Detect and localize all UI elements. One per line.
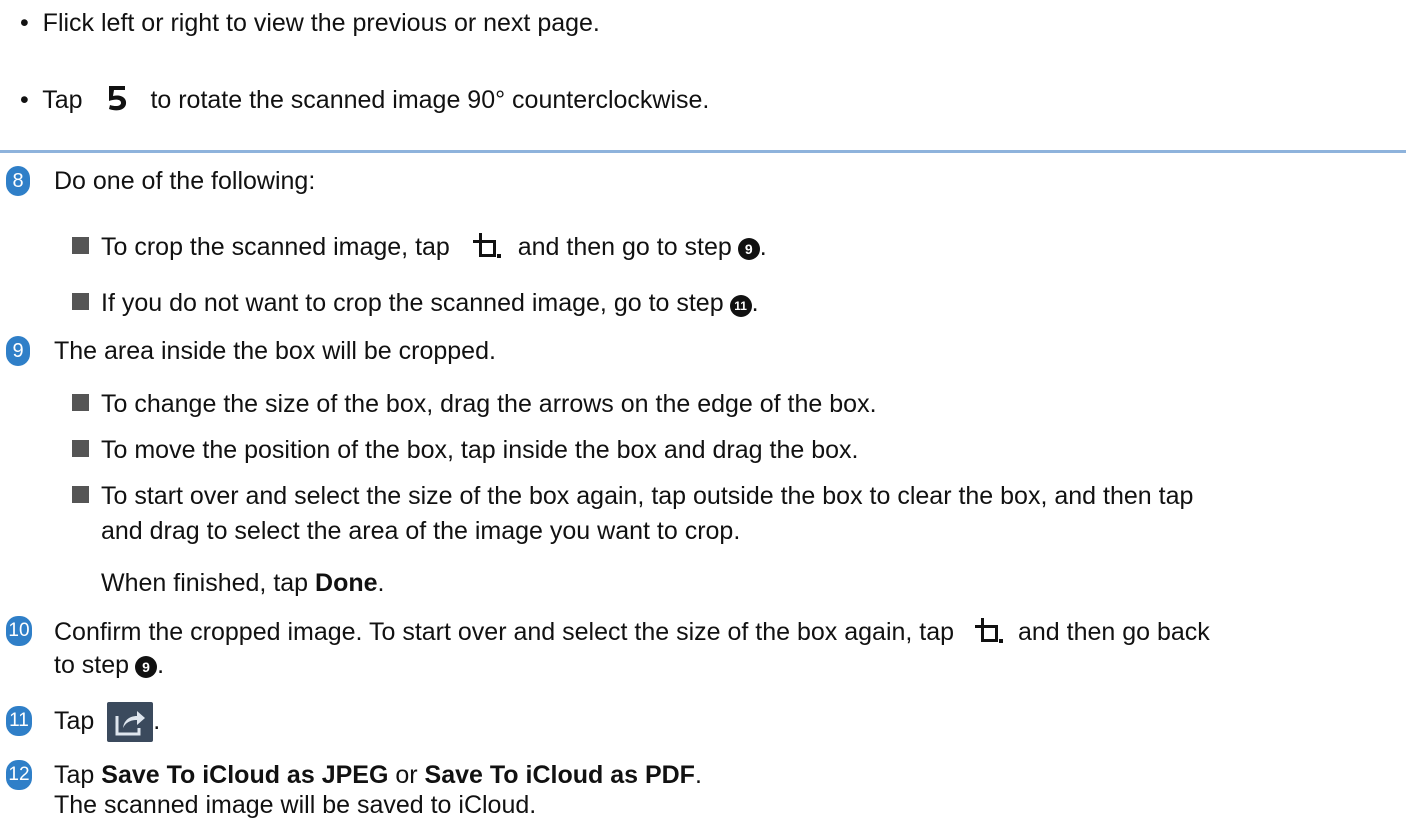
save-jpeg-label: Save To iCloud as JPEG [101, 761, 389, 789]
save-pdf-label: Save To iCloud as PDF [424, 761, 695, 789]
section-divider [0, 150, 1406, 153]
step-8-option-crop: To crop the scanned image, tap and then … [72, 231, 767, 266]
done-label: Done [315, 569, 378, 597]
step-number-9: 9 [6, 336, 30, 366]
square-bullet-icon [72, 237, 89, 255]
share-icon[interactable] [107, 702, 154, 743]
step-12-line2: The scanned image will be saved to iClou… [54, 791, 537, 819]
square-bullet-icon [72, 486, 89, 503]
step-number-11: 11 [6, 706, 32, 736]
step-9-text: The area inside the box will be cropped. [54, 337, 496, 365]
bullet-flick: • Flick left or right to view the previo… [20, 9, 600, 37]
step-10-line2: to step 9. [54, 651, 165, 679]
bullet-rotate: • Tap to rotate the scanned image 90° co… [20, 84, 709, 119]
step-9-item-startover: To start over and select the size of the… [72, 481, 1193, 511]
step-11-text: Tap . [54, 700, 160, 743]
step-number-10: 10 [6, 616, 32, 646]
step-number-8: 8 [6, 166, 30, 196]
step-8-text: Do one of the following: [54, 167, 316, 195]
step-ref-9: 9 [737, 238, 760, 261]
square-bullet-icon [72, 440, 89, 457]
step-number-12: 12 [6, 760, 32, 790]
step-9-item-move: To move the position of the box, tap ins… [72, 435, 858, 465]
step-10-line1: Confirm the cropped image. To start over… [54, 616, 1210, 651]
step-9-finish: When finished, tap Done. [101, 569, 385, 597]
step-9-item-startover-cont: and drag to select the area of the image… [101, 517, 741, 545]
crop-icon [471, 231, 501, 266]
crop-icon [973, 616, 1004, 651]
step-9-item-resize: To change the size of the box, drag the … [72, 389, 877, 419]
rotate-counterclockwise-icon [105, 84, 129, 119]
step-8-option-skip: If you do not want to crop the scanned i… [72, 288, 759, 318]
step-ref-11: 11 [729, 295, 752, 317]
square-bullet-icon [72, 394, 89, 411]
step-ref-9: 9 [135, 656, 158, 678]
square-bullet-icon [72, 293, 89, 310]
step-12-line1: Tap Save To iCloud as JPEG or Save To iC… [54, 761, 702, 789]
